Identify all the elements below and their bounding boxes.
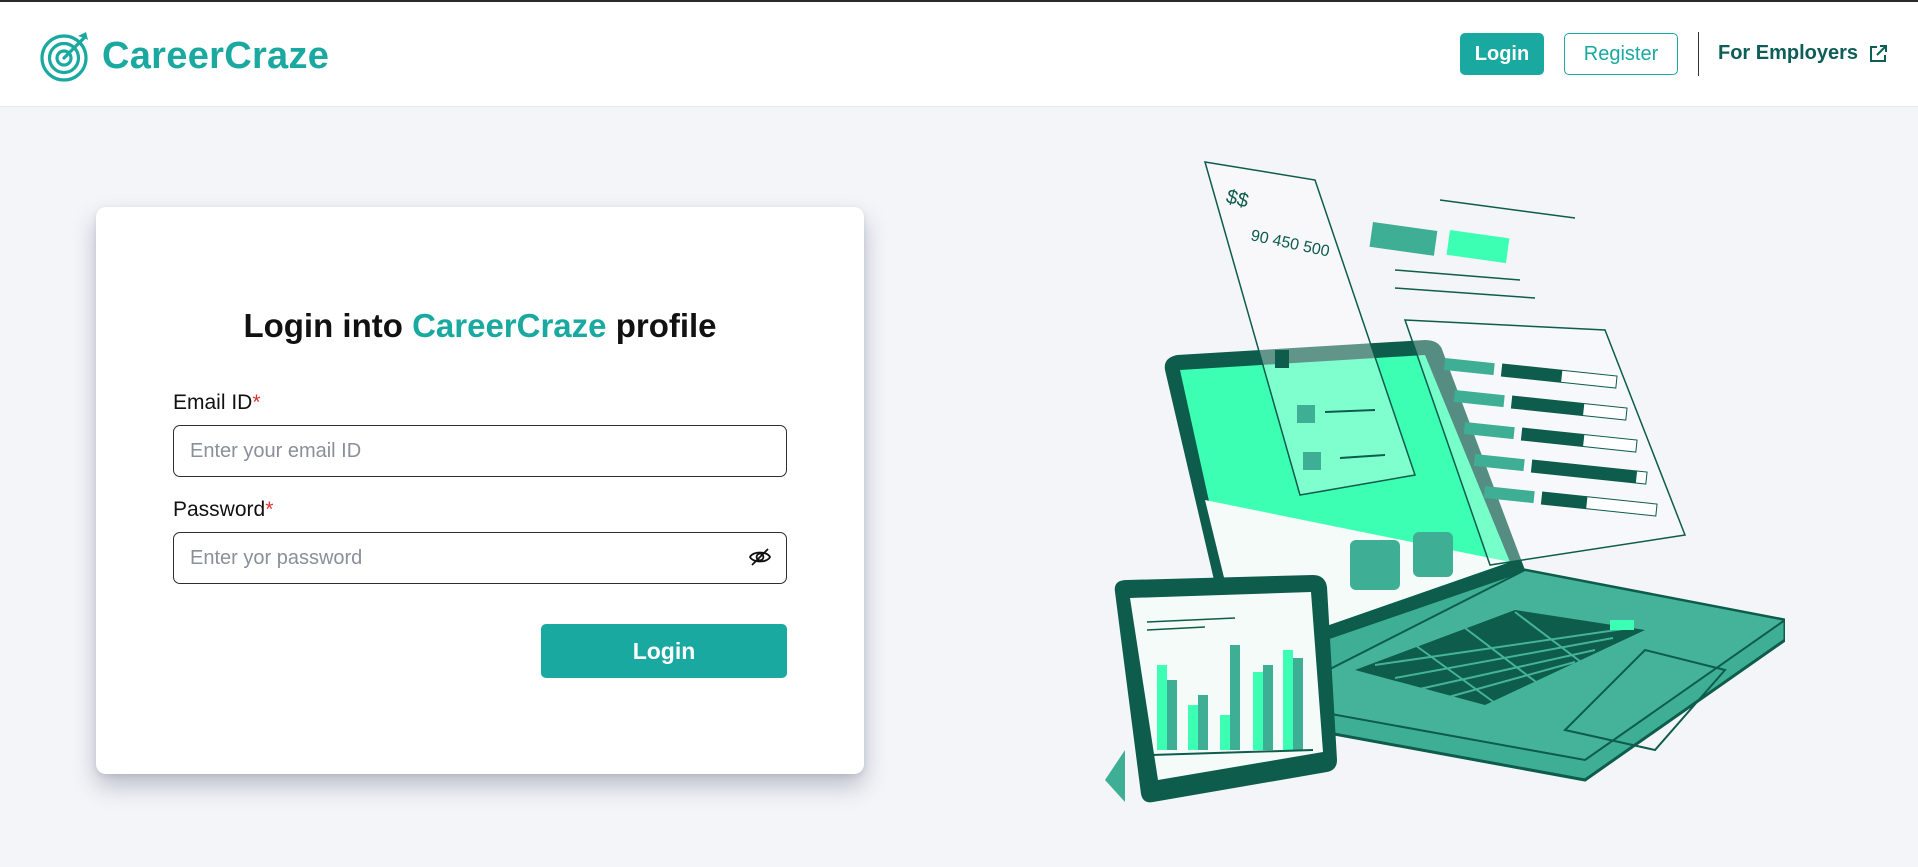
for-employers-label: For Employers — [1718, 42, 1859, 64]
login-submit-button[interactable]: Login — [541, 624, 787, 678]
login-title-prefix: Login into — [243, 307, 413, 344]
brand-logo[interactable]: CareerCraze — [38, 28, 329, 84]
eye-off-icon[interactable] — [748, 545, 772, 569]
email-label: Email ID* — [173, 391, 261, 415]
login-title-suffix: profile — [606, 307, 717, 344]
email-field[interactable] — [173, 425, 787, 477]
nav-divider — [1698, 32, 1699, 76]
for-employers-link[interactable]: For Employers — [1718, 42, 1888, 65]
password-field[interactable] — [173, 532, 787, 584]
email-required-mark: * — [252, 391, 261, 414]
target-arrow-icon — [40, 32, 88, 82]
login-card: Login into CareerCraze profile Email ID*… — [96, 207, 864, 774]
login-title: Login into CareerCraze profile — [96, 307, 864, 345]
nav-login-button[interactable]: Login — [1460, 33, 1544, 75]
password-label: Password* — [173, 498, 273, 522]
login-title-brand: CareerCraze — [412, 307, 607, 344]
password-label-text: Password — [173, 498, 266, 521]
external-link-icon — [1870, 44, 1888, 62]
email-label-text: Email ID — [173, 391, 253, 414]
password-required-mark: * — [265, 498, 274, 521]
laptop-dashboard-illustration: $$ 90 450 500 — [1105, 161, 1785, 803]
nav-register-button[interactable]: Register — [1564, 33, 1678, 75]
top-navbar: CareerCraze Login Register For Employers — [0, 2, 1918, 107]
brand-name: CareerCraze — [102, 34, 330, 77]
